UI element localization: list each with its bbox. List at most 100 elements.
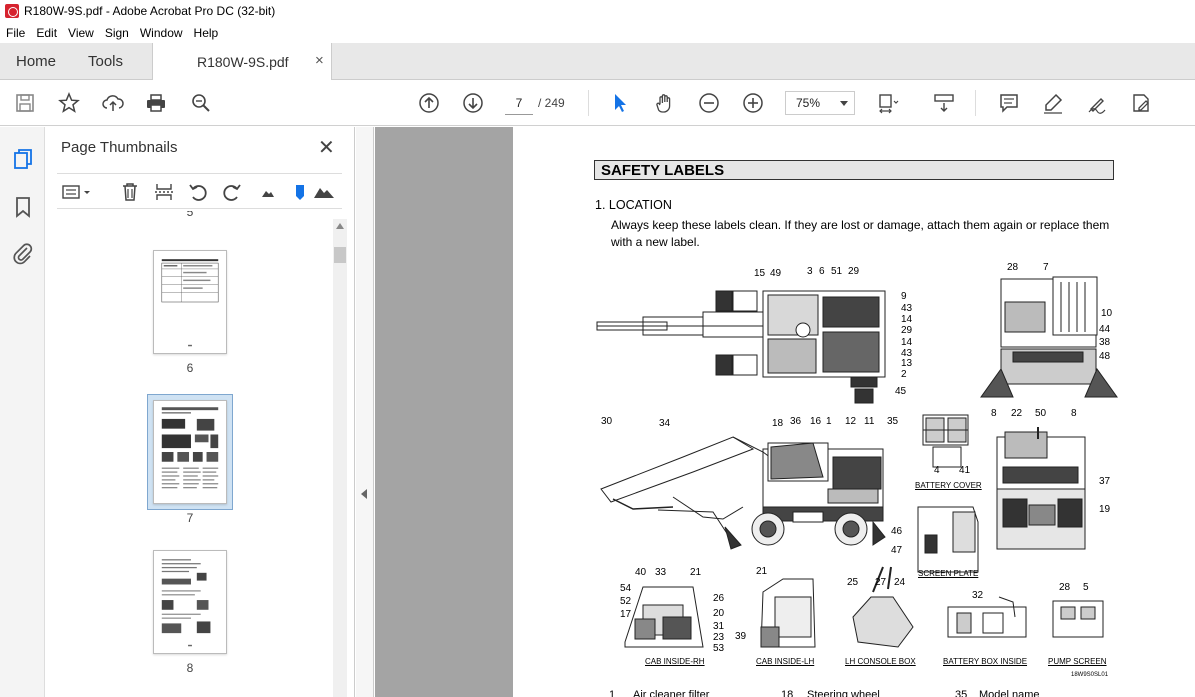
callout: 22 — [1011, 408, 1023, 419]
menu-window[interactable]: Window — [140, 26, 183, 40]
callout: 41 — [959, 465, 971, 476]
callout: 14 — [901, 337, 913, 348]
zoom-in-icon[interactable] — [741, 91, 765, 115]
callout: 24 — [894, 577, 906, 588]
thumbnail-scrollbar[interactable] — [333, 219, 347, 697]
callout: 12 — [845, 416, 857, 427]
thumbnail-options-icon[interactable] — [61, 181, 93, 203]
tab-tools[interactable]: Tools — [88, 53, 123, 70]
sign-pen-icon[interactable] — [1085, 91, 1109, 115]
callout: 23 — [713, 632, 725, 643]
menu-file[interactable]: File — [6, 26, 25, 40]
callout: 29 — [901, 325, 913, 336]
bookmarks-icon[interactable] — [11, 195, 35, 219]
extract-page-icon[interactable] — [153, 181, 175, 203]
page-total: / 249 — [538, 96, 565, 110]
page-thumbnails-panel: Page Thumbnails ✕ 5 6 7 8 — [45, 127, 355, 697]
list-item-text: Air cleaner filter — [633, 689, 710, 697]
callout: 54 — [620, 583, 632, 594]
thumbnail-toolbar — [57, 173, 342, 209]
toolbar: 7 / 249 75% — [0, 80, 1195, 126]
delete-page-icon[interactable] — [119, 181, 141, 203]
menu-bar: File Edit View Sign Window Help — [0, 22, 1195, 43]
callout: 27 — [875, 577, 887, 588]
callout: 15 — [754, 268, 766, 279]
callout: 10 — [1101, 308, 1113, 319]
large-thumbnail-icon[interactable] — [313, 181, 335, 203]
page-thumbnails-icon[interactable] — [11, 147, 35, 171]
rotate-right-icon[interactable] — [221, 181, 243, 203]
upload-cloud-icon[interactable] — [101, 91, 125, 115]
scrollbar-thumb[interactable] — [334, 247, 346, 263]
save-icon[interactable] — [13, 91, 37, 115]
caption-screen-plate: SCREEN PLATE — [918, 569, 979, 578]
callout: 13 — [901, 358, 913, 369]
close-tab-icon[interactable]: × — [315, 52, 324, 69]
highlight-pen-icon[interactable] — [1041, 91, 1065, 115]
caption-cab-inside-lh: CAB INSIDE-LH — [756, 657, 815, 666]
tab-document[interactable]: R180W-9S.pdf × — [152, 43, 332, 80]
toolbar-divider — [588, 90, 589, 116]
caption-pump-screen: PUMP SCREEN — [1048, 657, 1107, 666]
small-thumbnail-icon[interactable] — [257, 181, 279, 203]
chevron-down-icon — [840, 101, 848, 106]
callout: 17 — [620, 609, 632, 620]
callout: 44 — [1099, 324, 1111, 335]
hand-tool-icon[interactable] — [653, 91, 677, 115]
menu-edit[interactable]: Edit — [36, 26, 57, 40]
callout: 39 — [735, 631, 747, 642]
select-cursor-icon[interactable] — [608, 91, 632, 115]
thumbnail-label-6: 6 — [186, 361, 194, 375]
zoom-level-select[interactable]: 75% — [785, 91, 855, 115]
menu-view[interactable]: View — [68, 26, 94, 40]
caption-cab-inside-rh: CAB INSIDE-RH — [645, 657, 705, 666]
caption-lh-console-box: LH CONSOLE BOX — [845, 657, 916, 666]
zoom-out-icon[interactable] — [697, 91, 721, 115]
callout: 8 — [1071, 408, 1077, 419]
zoom-search-icon[interactable] — [189, 91, 213, 115]
list-item-text: Model name — [979, 689, 1040, 697]
callout: 33 — [655, 567, 667, 578]
list-item-text: Steering wheel — [807, 689, 880, 697]
next-page-icon[interactable] — [461, 91, 485, 115]
callout: 47 — [891, 545, 903, 556]
collapse-arrow-icon[interactable] — [361, 489, 367, 499]
list-item-number: 1 — [609, 689, 616, 697]
rotate-left-icon[interactable] — [187, 181, 209, 203]
callout: 26 — [713, 593, 725, 604]
tab-home[interactable]: Home — [16, 53, 56, 70]
menu-sign[interactable]: Sign — [105, 26, 129, 40]
thumbnail-page-7[interactable] — [153, 400, 227, 504]
page-number-input[interactable]: 7 — [505, 91, 533, 115]
callout: 3 — [807, 266, 813, 277]
thumbnail-label-8: 8 — [186, 661, 194, 675]
scroll-up-arrow-icon[interactable] — [336, 223, 344, 229]
figure-id: 18W9S0SL01 — [1071, 672, 1109, 678]
close-panel-icon[interactable]: ✕ — [318, 135, 335, 160]
document-view[interactable]: SAFETY LABELS 1. LOCATION Always keep th… — [375, 127, 1195, 697]
menu-help[interactable]: Help — [194, 26, 219, 40]
tab-bar: Home Tools R180W-9S.pdf × — [0, 43, 1195, 80]
callout: 37 — [1099, 476, 1111, 487]
callout: 28 — [1007, 262, 1019, 273]
bookmark-star-icon[interactable] — [57, 91, 81, 115]
panel-collapse-handle[interactable] — [356, 127, 374, 697]
thumbnail-label-7: 7 — [186, 511, 194, 525]
previous-page-icon[interactable] — [417, 91, 441, 115]
print-icon[interactable] — [144, 91, 168, 115]
scroll-mode-icon[interactable] — [932, 91, 956, 115]
thumbnail-size-slider-icon[interactable] — [289, 181, 311, 203]
edit-document-icon[interactable] — [1129, 91, 1153, 115]
thumbnail-page-8[interactable] — [153, 550, 227, 654]
safety-label-diagram — [596, 276, 1118, 648]
callout: 25 — [847, 577, 859, 588]
page-fit-icon[interactable] — [876, 91, 900, 115]
callout: 8 — [991, 408, 997, 419]
thumbnail-page-6[interactable] — [153, 250, 227, 354]
callout: 21 — [690, 567, 702, 578]
attachments-icon[interactable] — [11, 241, 35, 265]
panel-title: Page Thumbnails — [61, 139, 178, 156]
callout: 21 — [756, 566, 768, 577]
comment-icon[interactable] — [997, 91, 1021, 115]
callout: 34 — [659, 418, 671, 429]
